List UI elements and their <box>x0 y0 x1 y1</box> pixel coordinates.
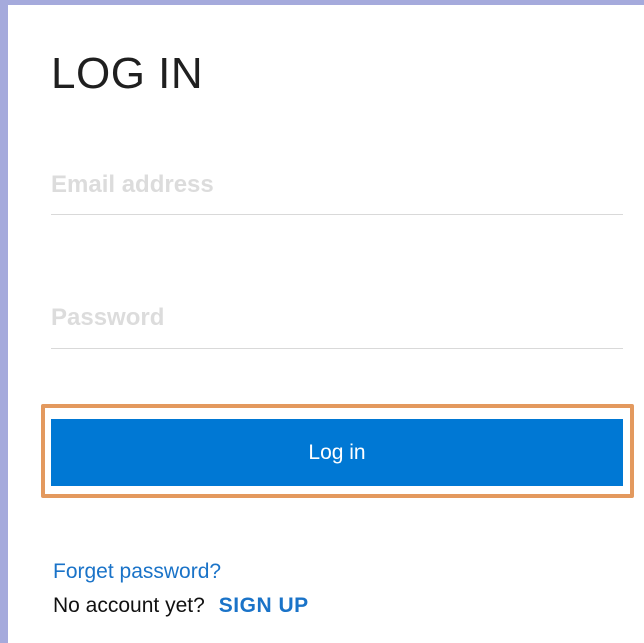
login-panel: LOG IN Log in Forget password? No accoun… <box>0 0 644 643</box>
email-field-container <box>51 165 623 215</box>
signup-link[interactable]: SIGN UP <box>219 594 309 617</box>
signup-row: No account yet? SIGN UP <box>53 594 309 617</box>
page-title: LOG IN <box>51 49 204 98</box>
forget-password-link[interactable]: Forget password? <box>53 560 221 583</box>
no-account-text: No account yet? <box>53 594 205 617</box>
password-field-container <box>51 298 623 349</box>
login-button[interactable]: Log in <box>51 419 623 486</box>
email-field[interactable] <box>51 165 623 205</box>
password-field[interactable] <box>51 298 623 338</box>
